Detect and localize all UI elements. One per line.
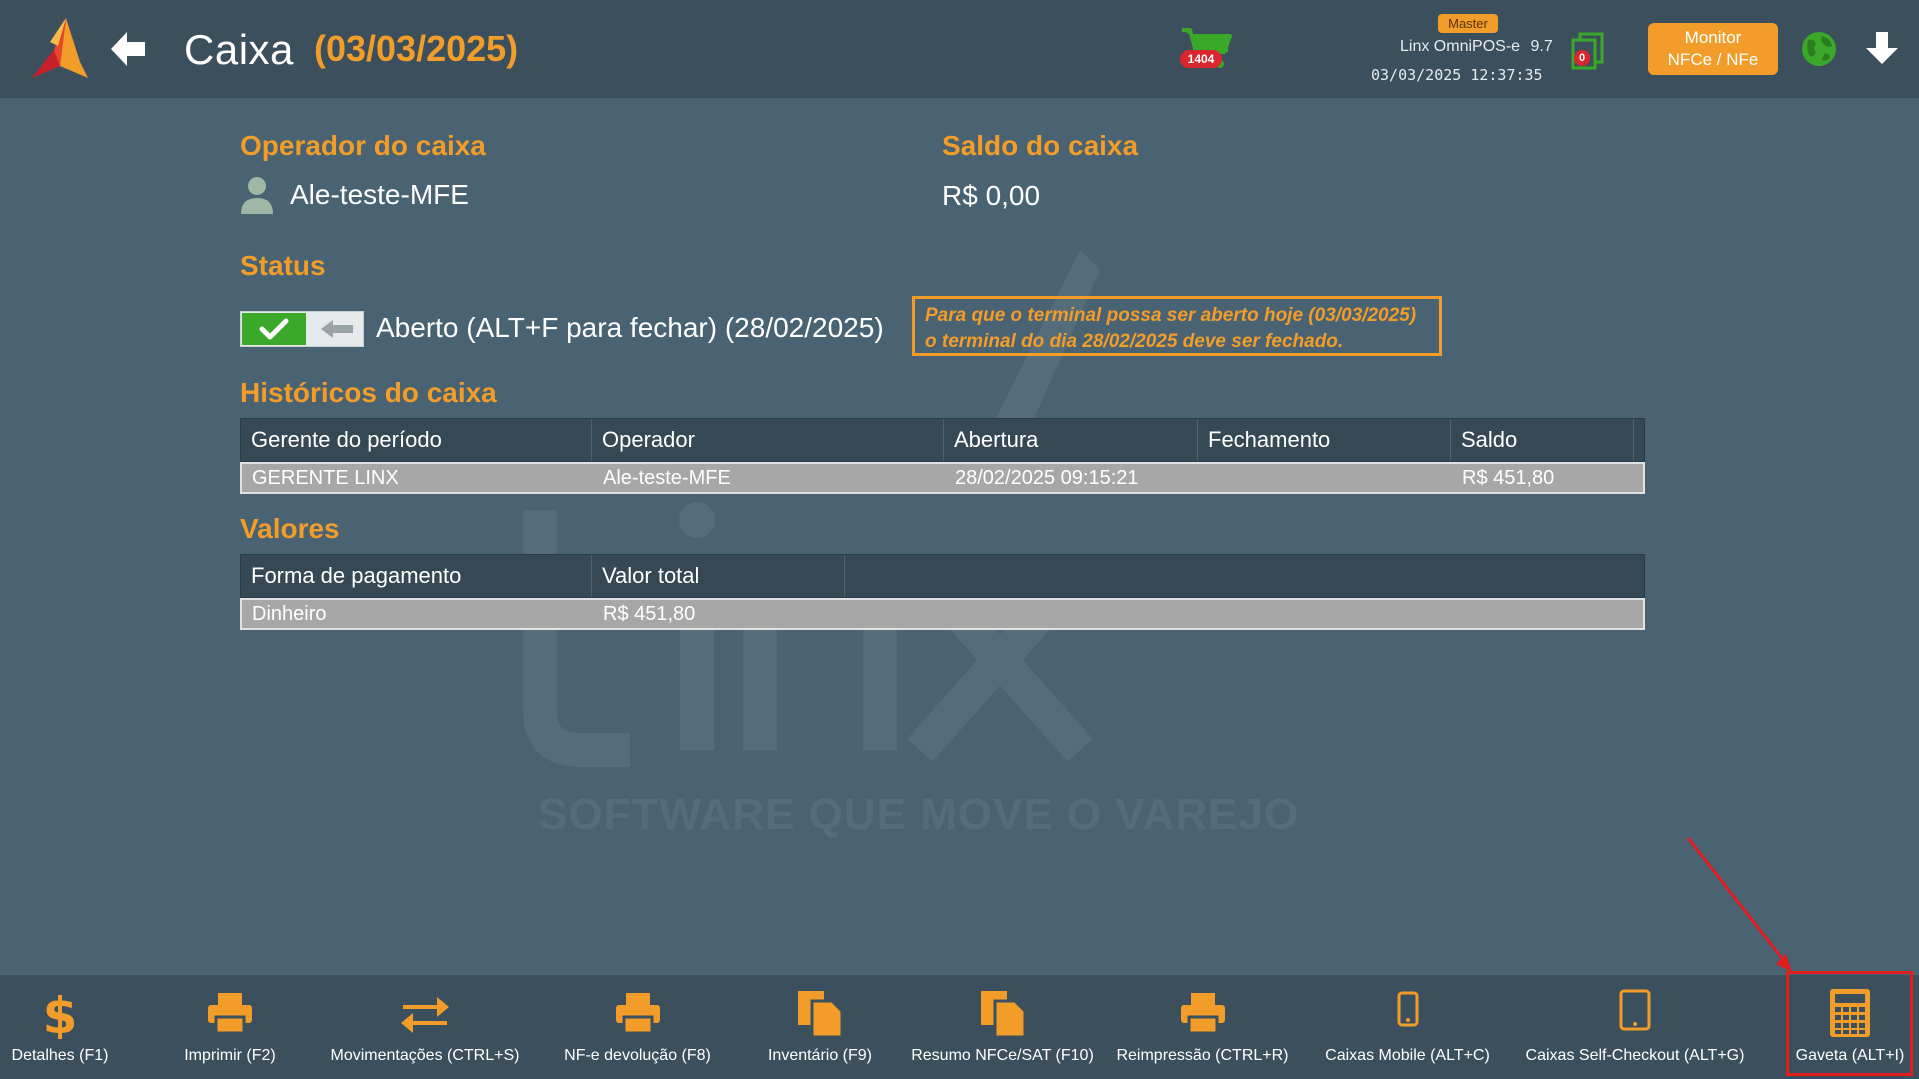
checkmark-icon xyxy=(259,318,289,340)
tool-label: Reimpressão (CTRL+R) xyxy=(1116,1047,1289,1064)
tool-label: Caixas Self-Checkout (ALT+G) xyxy=(1525,1047,1745,1064)
printer-icon xyxy=(208,993,252,1035)
resumo-nfce-sat-button[interactable]: Resumo NFCe/SAT (F10) xyxy=(910,975,1095,1079)
top-header: Caixa (03/03/2025) 1404 Master Linx Omni… xyxy=(0,0,1919,98)
column-header-filler xyxy=(1634,419,1644,461)
table-cell: Dinheiro xyxy=(252,603,327,625)
tool-label: Imprimir (F2) xyxy=(184,1047,276,1064)
transfer-arrows-icon xyxy=(401,997,449,1033)
caixas-self-checkout-button[interactable]: Caixas Self-Checkout (ALT+G) xyxy=(1515,975,1755,1079)
valores-section-label: Valores xyxy=(240,513,340,544)
warning-line-2: o terminal do dia 28/02/2025 deve ser fe… xyxy=(925,331,1344,352)
tool-label: Caixas Mobile (ALT+C) xyxy=(1325,1047,1490,1064)
arrow-left-icon xyxy=(321,320,353,338)
status-section-label: Status xyxy=(240,250,326,281)
page-title-date: (03/03/2025) xyxy=(314,28,519,69)
printer-icon xyxy=(1180,993,1225,1035)
inventario-button[interactable]: Inventário (F9) xyxy=(755,975,885,1079)
monitor-button-line1: Monitor xyxy=(1684,28,1742,47)
status-toggle[interactable] xyxy=(240,311,364,347)
documents-icon xyxy=(798,991,844,1039)
pending-documents-badge: 0 xyxy=(1574,50,1590,66)
valores-table: Forma de pagamento Valor total Dinheiro … xyxy=(240,554,1645,630)
globe-icon[interactable] xyxy=(1800,30,1838,68)
table-cell: 28/02/2025 09:15:21 xyxy=(955,467,1139,489)
column-header[interactable]: Valor total xyxy=(592,555,845,597)
column-header[interactable]: Operador xyxy=(592,419,944,461)
watermark-slogan: SOFTWARE QUE MOVE O VAREJO xyxy=(538,790,1300,839)
operator-section-label: Operador do caixa xyxy=(240,130,486,161)
product-version: 9.7 xyxy=(1530,38,1553,55)
column-header[interactable]: Abertura xyxy=(944,419,1198,461)
movimentacoes-button[interactable]: Movimentações (CTRL+S) xyxy=(330,975,520,1079)
table-cell: GERENTE LINX xyxy=(252,467,399,489)
table-cell: Ale-teste-MFE xyxy=(603,467,731,489)
product-info: Linx OmniPOS-e 9.7 xyxy=(1400,38,1560,56)
saldo-section-label: Saldo do caixa xyxy=(942,130,1139,161)
status-text: Aberto (ALT+F para fechar) (28/02/2025) xyxy=(376,312,884,343)
tool-label: Gaveta (ALT+I) xyxy=(1795,1047,1905,1064)
arrow-down-icon[interactable] xyxy=(1862,28,1902,68)
page-title: Caixa xyxy=(184,26,294,73)
table-row[interactable]: GERENTE LINX Ale-teste-MFE 28/02/2025 09… xyxy=(240,462,1645,494)
column-header[interactable]: Forma de pagamento xyxy=(241,555,592,597)
toggle-on-segment xyxy=(242,313,306,345)
reimpressao-button[interactable]: Reimpressão (CTRL+R) xyxy=(1110,975,1295,1079)
close-terminal-warning: Para que o terminal possa ser aberto hoj… xyxy=(912,296,1442,356)
tool-label: Resumo NFCe/SAT (F10) xyxy=(911,1047,1094,1064)
person-icon xyxy=(241,177,273,214)
mobile-icon xyxy=(1397,991,1418,1027)
nfe-devolucao-button[interactable]: NF-e devolução (F8) xyxy=(555,975,720,1079)
svg-text:$: $ xyxy=(43,987,78,1039)
bottom-toolbar: $ Detalhes (F1) Imprimir (F2) Movimentaç… xyxy=(0,975,1919,1079)
tablet-icon xyxy=(1619,989,1651,1031)
master-badge: Master xyxy=(1438,14,1498,33)
historicos-table: Gerente do período Operador Abertura Fec… xyxy=(240,418,1645,494)
cart-count-badge: 1404 xyxy=(1180,50,1222,68)
printer-icon xyxy=(615,993,660,1035)
table-cell: R$ 451,80 xyxy=(603,603,696,625)
column-header-filler xyxy=(845,555,1644,597)
annotation-arrow-icon xyxy=(1686,837,1792,972)
documents-icon xyxy=(980,991,1026,1039)
column-header[interactable]: Saldo xyxy=(1451,419,1634,461)
saldo-value: R$ 0,00 xyxy=(942,180,1041,211)
table-cell xyxy=(1199,464,1452,492)
tool-label: Detalhes (F1) xyxy=(11,1047,109,1064)
historicos-table-header: Gerente do período Operador Abertura Fec… xyxy=(240,418,1645,462)
linx-logo-icon xyxy=(32,18,88,78)
historicos-section-label: Históricos do caixa xyxy=(240,377,497,408)
toggle-off-segment xyxy=(309,313,362,345)
valores-table-header: Forma de pagamento Valor total xyxy=(240,554,1645,598)
tool-label: NF-e devolução (F8) xyxy=(564,1047,711,1064)
caixas-mobile-button[interactable]: Caixas Mobile (ALT+C) xyxy=(1315,975,1500,1079)
tool-label: Movimentações (CTRL+S) xyxy=(330,1047,520,1064)
table-row[interactable]: Dinheiro R$ 451,80 xyxy=(240,598,1645,630)
imprimir-button[interactable]: Imprimir (F2) xyxy=(170,975,290,1079)
product-name: Linx OmniPOS-e xyxy=(1400,38,1521,55)
operator-name: Ale-teste-MFE xyxy=(290,179,469,210)
current-datetime: 03/03/2025 12:37:35 xyxy=(1371,66,1543,84)
gaveta-button[interactable]: Gaveta (ALT+I) xyxy=(1790,975,1910,1079)
dollar-icon: $ xyxy=(43,987,78,1039)
column-header[interactable]: Gerente do período xyxy=(241,419,592,461)
monitor-button-line2: NFCe / NFe xyxy=(1667,50,1759,69)
monitor-nfce-nfe-button[interactable]: Monitor NFCe / NFe xyxy=(1648,23,1778,75)
column-header[interactable]: Fechamento xyxy=(1198,419,1451,461)
pending-documents-icon[interactable] xyxy=(1570,30,1606,70)
calculator-icon xyxy=(1830,989,1870,1037)
tool-label: Inventário (F9) xyxy=(767,1047,873,1064)
operator-row: Ale-teste-MFE xyxy=(240,176,469,214)
warning-line-1: Para que o terminal possa ser aberto hoj… xyxy=(925,305,1417,326)
back-arrow-icon[interactable] xyxy=(105,26,151,72)
table-cell: R$ 451,80 xyxy=(1462,467,1555,489)
detalhes-button[interactable]: $ Detalhes (F1) xyxy=(0,975,120,1079)
